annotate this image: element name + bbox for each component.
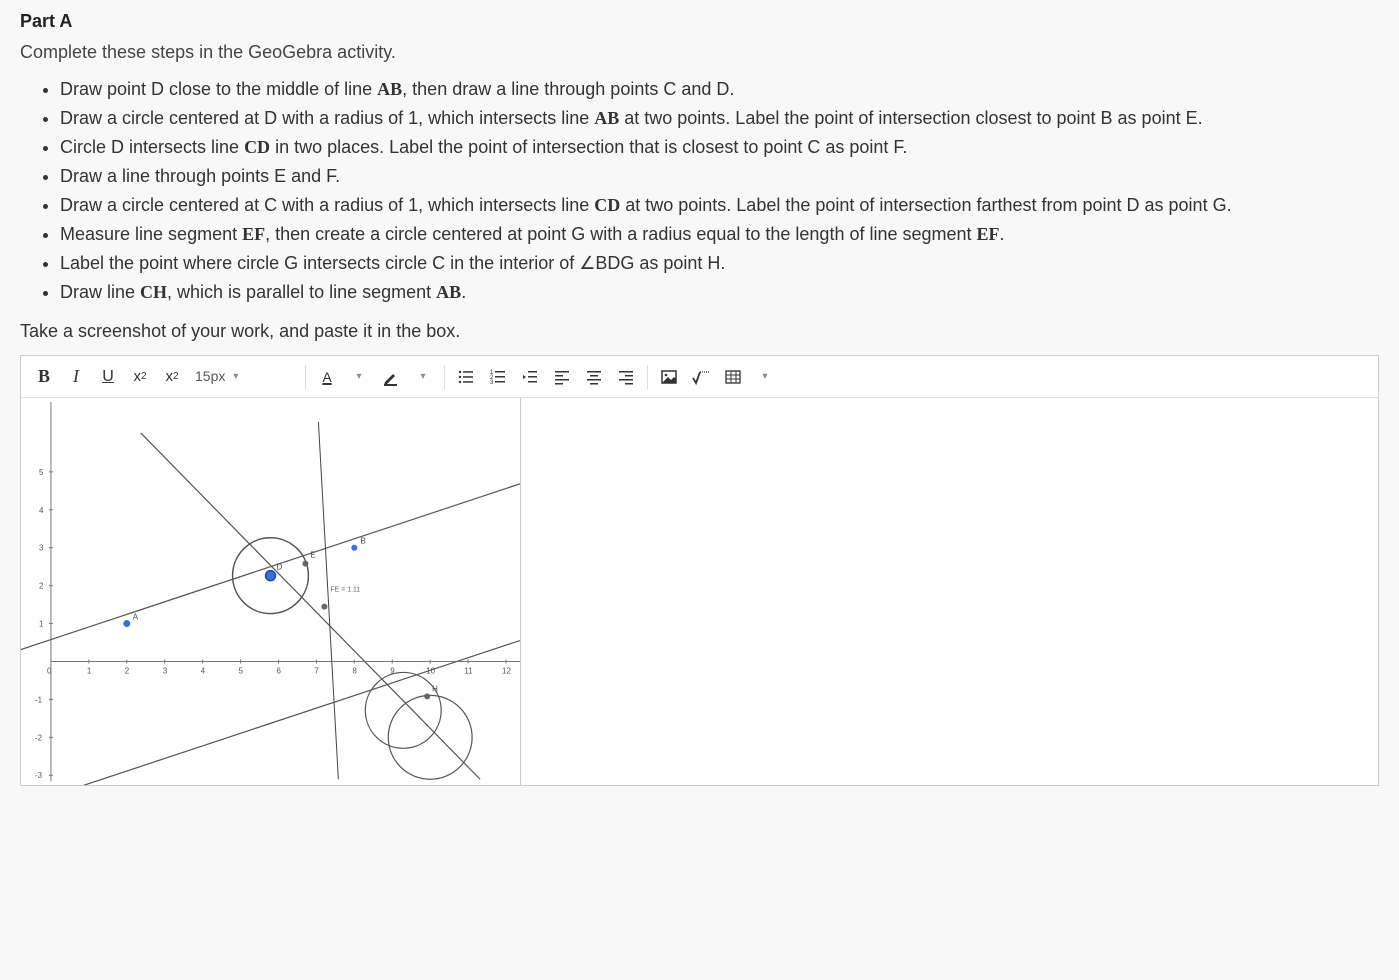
separator	[305, 365, 306, 389]
formula-icon	[691, 368, 711, 386]
step-item: Circle D intersects line CD in two place…	[60, 134, 1379, 161]
svg-text:11: 11	[464, 666, 473, 675]
bullet-list-icon	[457, 368, 475, 386]
align-right-icon	[617, 368, 635, 386]
svg-text:B: B	[360, 537, 365, 546]
svg-text:3: 3	[39, 544, 44, 553]
intro-text: Complete these steps in the GeoGebra act…	[20, 39, 1379, 66]
svg-text:D: D	[276, 563, 282, 572]
outdent-button[interactable]	[515, 362, 545, 392]
svg-text:A: A	[133, 613, 139, 622]
image-icon	[660, 368, 678, 386]
align-left-icon	[553, 368, 571, 386]
insert-image-button[interactable]	[654, 362, 684, 392]
svg-text:E: E	[310, 551, 315, 560]
numbered-list-icon: 123	[489, 368, 507, 386]
step-item: Label the point where circle G intersect…	[60, 250, 1379, 277]
svg-text:1: 1	[39, 620, 44, 629]
editor-toolbar: B I U x2 x2 15px▾ A ▾ ▾ 123	[21, 356, 1378, 398]
svg-text:2: 2	[125, 666, 130, 675]
align-right-button[interactable]	[611, 362, 641, 392]
highlight-button[interactable]	[376, 362, 406, 392]
svg-text:12: 12	[502, 666, 511, 675]
svg-text:-1: -1	[35, 695, 43, 704]
svg-text:2: 2	[39, 582, 44, 591]
step-item: Measure line segment EF, then create a c…	[60, 221, 1379, 248]
svg-text:4: 4	[39, 506, 44, 515]
svg-text:5: 5	[39, 468, 44, 477]
align-left-button[interactable]	[547, 362, 577, 392]
step-item: Draw a line through points E and F.	[60, 163, 1379, 190]
step-item: Draw point D close to the middle of line…	[60, 76, 1379, 103]
highlight-icon	[382, 368, 400, 386]
svg-text:4: 4	[201, 666, 206, 675]
superscript-button[interactable]: x2	[125, 362, 155, 392]
font-color-menu[interactable]: ▾	[344, 362, 374, 392]
svg-text:5: 5	[239, 666, 244, 675]
svg-text:1: 1	[87, 666, 92, 675]
svg-text:8: 8	[352, 666, 357, 675]
step-item: Draw a circle centered at C with a radiu…	[60, 192, 1379, 219]
svg-text:-2: -2	[35, 733, 43, 742]
subscript-button[interactable]: x2	[157, 362, 187, 392]
part-title: Part A	[20, 8, 1379, 35]
table-menu[interactable]: ▾	[750, 362, 780, 392]
geogebra-screenshot: 0 1 2 3 4 5 6 7 8 9 10 11 12 5 4	[21, 398, 521, 785]
separator	[444, 365, 445, 389]
editor-empty-area[interactable]	[521, 398, 1378, 785]
editor-canvas[interactable]: 0 1 2 3 4 5 6 7 8 9 10 11 12 5 4	[21, 398, 1378, 785]
font-color-button[interactable]: A	[312, 362, 342, 392]
chevron-down-icon: ▾	[233, 369, 238, 384]
insert-table-button[interactable]	[718, 362, 748, 392]
table-icon	[724, 368, 742, 386]
svg-text:-3: -3	[35, 771, 43, 780]
underline-button[interactable]: U	[93, 362, 123, 392]
outdent-icon	[521, 368, 539, 386]
steps-list: Draw point D close to the middle of line…	[60, 76, 1379, 306]
bullet-list-button[interactable]	[451, 362, 481, 392]
svg-text:3: 3	[163, 666, 168, 675]
svg-text:FE = 1.11: FE = 1.11	[330, 587, 360, 594]
italic-button[interactable]: I	[61, 362, 91, 392]
svg-text:3: 3	[490, 380, 494, 386]
rich-text-editor: B I U x2 x2 15px▾ A ▾ ▾ 123	[20, 355, 1379, 786]
svg-text:7: 7	[314, 666, 319, 675]
svg-text:6: 6	[276, 666, 281, 675]
bold-button[interactable]: B	[29, 362, 59, 392]
align-center-icon	[585, 368, 603, 386]
numbered-list-button[interactable]: 123	[483, 362, 513, 392]
insert-formula-button[interactable]	[686, 362, 716, 392]
fontsize-select[interactable]: 15px▾	[189, 362, 299, 392]
step-item: Draw line CH, which is parallel to line …	[60, 279, 1379, 306]
highlight-menu[interactable]: ▾	[408, 362, 438, 392]
align-center-button[interactable]	[579, 362, 609, 392]
svg-text:0: 0	[47, 666, 52, 675]
separator	[647, 365, 648, 389]
closing-text: Take a screenshot of your work, and past…	[20, 318, 1379, 345]
svg-text:H: H	[432, 684, 438, 693]
step-item: Draw a circle centered at D with a radiu…	[60, 105, 1379, 132]
geogebra-plot: 0 1 2 3 4 5 6 7 8 9 10 11 12 5 4	[21, 398, 520, 785]
